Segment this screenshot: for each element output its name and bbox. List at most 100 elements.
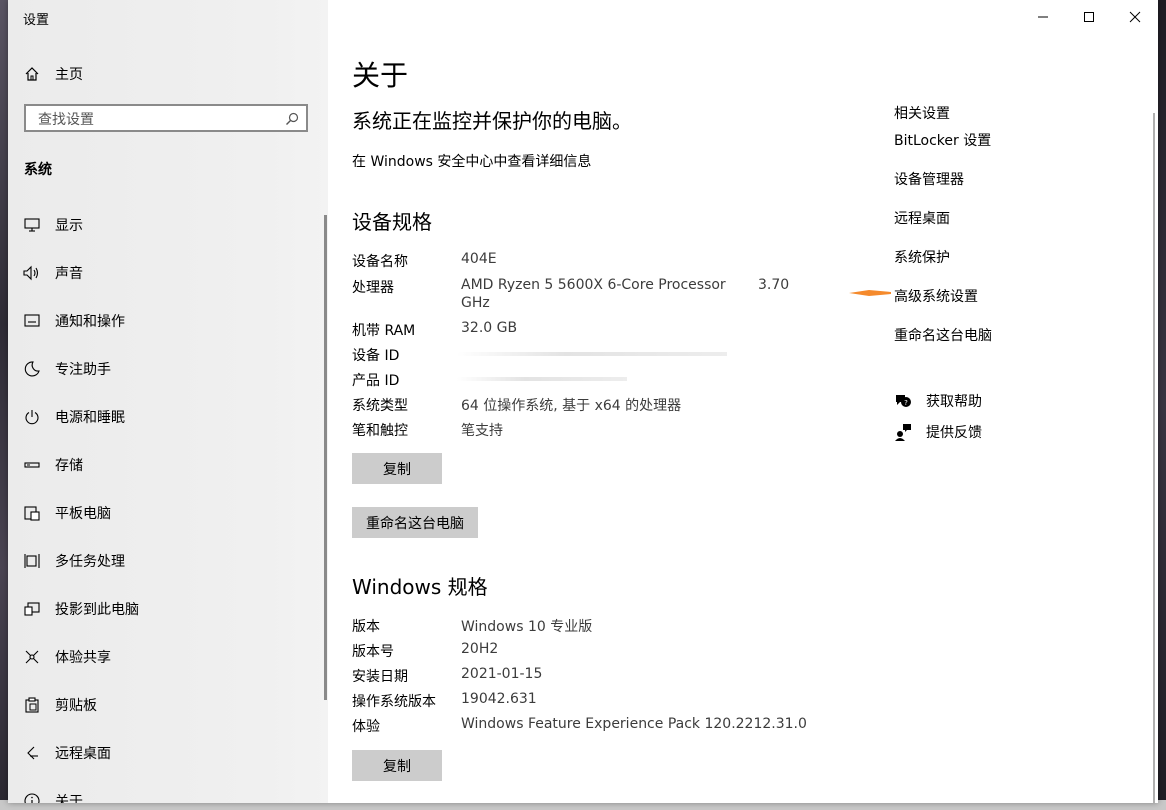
sidebar-item-focus-assist[interactable]: 专注助手 (8, 346, 324, 392)
spec-key: 体验 (352, 719, 380, 735)
bitlocker-settings-link[interactable]: BitLocker 设置 (894, 130, 991, 150)
spec-key: 设备名称 (352, 254, 408, 270)
window-title: 设置 (23, 13, 50, 28)
spec-key: 笔和触控 (352, 423, 408, 439)
sidebar-item-label: 声音 (55, 266, 83, 282)
rename-pc-button[interactable]: 重命名这台电脑 (352, 507, 478, 538)
monitor-icon (23, 216, 41, 234)
get-help-label: 获取帮助 (926, 394, 982, 410)
sidebar-item-home[interactable]: 主页 (8, 51, 324, 97)
spec-key: 操作系统版本 (352, 694, 436, 710)
sidebar-item-remote-desktop[interactable]: 远程桌面 (8, 730, 324, 776)
tablet-icon (23, 504, 41, 522)
sidebar-item-storage[interactable]: 存储 (8, 442, 324, 488)
help-chat-icon: ? (896, 395, 911, 407)
maximize-button[interactable] (1066, 0, 1112, 34)
feedback-label: 提供反馈 (926, 425, 982, 441)
sidebar-item-label: 剪贴板 (55, 698, 97, 714)
minimize-button[interactable] (1020, 0, 1066, 34)
remote-desktop-link[interactable]: 远程桌面 (894, 208, 950, 228)
copy-device-specs-button[interactable]: 复制 (352, 453, 442, 484)
sidebar-item-label: 投影到此电脑 (55, 602, 139, 618)
main-scrollbar[interactable] (1153, 113, 1155, 803)
close-icon (1129, 11, 1141, 23)
sidebar-item-label: 存储 (55, 458, 83, 474)
redacted-device-id (457, 352, 727, 356)
sidebar-item-notifications[interactable]: 通知和操作 (8, 298, 324, 344)
sidebar-item-tablet[interactable]: 平板电脑 (8, 490, 324, 536)
spec-key: 处理器 (352, 280, 394, 296)
windows-specs-heading: Windows 规格 (352, 575, 488, 599)
sidebar-item-label: 平板电脑 (55, 506, 111, 522)
sidebar-item-multitasking[interactable]: 多任务处理 (8, 538, 324, 584)
sidebar-item-projecting[interactable]: 投影到此电脑 (8, 586, 324, 632)
spec-value: Windows 10 专业版 (461, 619, 593, 635)
sidebar-item-power[interactable]: 电源和睡眠 (8, 394, 324, 440)
settings-window: 设置 主页 系统 显示 声音 通知和操作 专注助手 (8, 0, 1158, 803)
protection-status: 系统正在监控并保护你的电脑。 (352, 109, 632, 133)
power-icon (23, 408, 41, 426)
clipboard-icon (23, 696, 41, 714)
page-title: 关于 (352, 59, 409, 92)
moon-icon (23, 360, 41, 378)
rename-pc-link[interactable]: 重命名这台电脑 (894, 325, 992, 345)
spec-key: 产品 ID (352, 373, 400, 389)
window-controls (1020, 0, 1158, 34)
sidebar-item-label: 关于 (55, 794, 83, 803)
sidebar-item-sound[interactable]: 声音 (8, 250, 324, 296)
spec-value: 19042.631 (461, 691, 537, 707)
search-box[interactable] (24, 104, 308, 132)
system-protection-link[interactable]: 系统保护 (894, 247, 950, 267)
sidebar-item-shared-experiences[interactable]: 体验共享 (8, 634, 324, 680)
annotation-arrow-icon (849, 290, 891, 296)
sidebar-scrollbar[interactable] (324, 215, 327, 700)
search-icon[interactable] (285, 111, 299, 125)
speaker-icon (23, 264, 41, 282)
main-content: 关于 系统正在监控并保护你的电脑。 在 Windows 安全中心中查看详细信息 … (328, 0, 1158, 803)
device-specs-heading: 设备规格 (352, 210, 432, 234)
sidebar: 设置 主页 系统 显示 声音 通知和操作 专注助手 (8, 0, 328, 803)
sidebar-item-label: 专注助手 (55, 362, 111, 378)
spec-value: 20H2 (461, 641, 499, 657)
redacted-product-id (457, 377, 627, 381)
device-manager-link[interactable]: 设备管理器 (894, 169, 964, 189)
spec-value: 64 位操作系统, 基于 x64 的处理器 (461, 398, 682, 414)
spec-value: 32.0 GB (461, 320, 518, 336)
spec-value: 2021-01-15 (461, 666, 543, 682)
spec-key: 机带 RAM (352, 323, 416, 339)
security-center-link[interactable]: 在 Windows 安全中心中查看详细信息 (352, 151, 591, 171)
search-input[interactable] (36, 109, 280, 129)
minimize-icon (1038, 16, 1048, 18)
multitask-icon (23, 552, 41, 570)
advanced-system-settings-link[interactable]: 高级系统设置 (894, 286, 978, 306)
sidebar-section-title: 系统 (24, 162, 52, 178)
sidebar-item-label: 多任务处理 (55, 554, 125, 570)
spec-key: 设备 ID (352, 348, 400, 364)
sidebar-item-label: 通知和操作 (55, 314, 125, 330)
feedback-link[interactable]: 提供反馈 (894, 422, 982, 442)
spec-value: 笔支持 (461, 423, 503, 439)
spec-key: 系统类型 (352, 398, 408, 414)
sidebar-item-label: 体验共享 (55, 650, 111, 666)
close-button[interactable] (1112, 0, 1158, 34)
maximize-icon (1084, 12, 1094, 22)
storage-icon (23, 456, 41, 474)
spec-key: 安装日期 (352, 669, 408, 685)
sidebar-item-display[interactable]: 显示 (8, 202, 324, 248)
spec-value: 404E (461, 251, 497, 267)
svg-text:?: ? (904, 399, 908, 407)
sidebar-item-about[interactable]: 关于 (8, 778, 324, 803)
sidebar-item-label: 电源和睡眠 (55, 410, 125, 426)
share-icon (23, 648, 41, 666)
project-icon (23, 600, 41, 618)
copy-windows-specs-button[interactable]: 复制 (352, 750, 442, 781)
get-help-link[interactable]: ? 获取帮助 (894, 391, 982, 411)
remote-desktop-icon (23, 744, 41, 762)
sidebar-item-clipboard[interactable]: 剪贴板 (8, 682, 324, 728)
sidebar-item-label: 显示 (55, 218, 83, 234)
feedback-icon (895, 424, 911, 441)
home-icon (23, 65, 41, 83)
notification-icon (23, 312, 41, 330)
sidebar-item-label: 主页 (55, 67, 83, 83)
spec-key: 版本 (352, 619, 380, 635)
